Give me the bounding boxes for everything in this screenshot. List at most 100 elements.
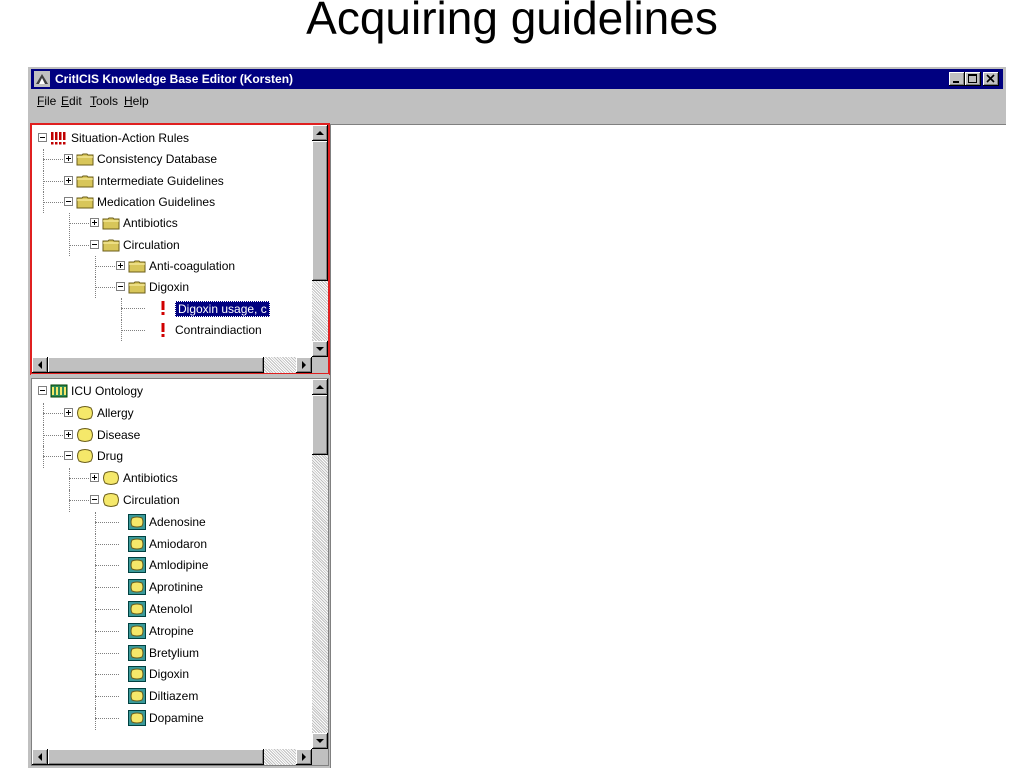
rules-scroll-right-button[interactable] bbox=[296, 357, 312, 373]
arrow-left-icon bbox=[38, 753, 42, 761]
rules-tree-item-row[interactable]: Circulation bbox=[32, 234, 296, 256]
maximize-icon bbox=[968, 74, 977, 83]
ontology-tree-item-row[interactable]: Amlodipine bbox=[32, 555, 296, 578]
ontology-tree-item-row[interactable]: Circulation bbox=[32, 490, 296, 512]
rules-scroll-down-button[interactable] bbox=[312, 341, 328, 357]
exclamation-icon bbox=[154, 300, 172, 316]
ontology-tree-item-row[interactable]: Diltiazem bbox=[32, 686, 296, 708]
collapse-icon[interactable] bbox=[38, 133, 47, 142]
editor-pane[interactable] bbox=[330, 124, 1006, 768]
ontology-tree-item-row[interactable]: Bretylium bbox=[32, 642, 296, 665]
title-bar[interactable]: CritICIS Knowledge Base Editor (Korsten) bbox=[31, 69, 1003, 89]
ontology-vertical-scrollbar[interactable] bbox=[312, 379, 328, 749]
instance-icon bbox=[128, 557, 146, 574]
expand-icon[interactable] bbox=[64, 175, 73, 185]
menu-tools-rest: ools bbox=[96, 94, 119, 108]
rules-tree-item-row[interactable]: Medication Guidelines bbox=[32, 191, 296, 214]
minimize-button[interactable] bbox=[949, 72, 965, 86]
rules-tree-item-row[interactable]: Contraindiaction bbox=[32, 319, 296, 341]
menu-help[interactable]: Help bbox=[124, 94, 149, 108]
ontology-tree-item-row[interactable]: Drug bbox=[32, 446, 296, 469]
ontology-tree-item-label: ICU Ontology bbox=[71, 384, 144, 398]
rules-hscroll-thumb[interactable] bbox=[48, 357, 264, 373]
tree-connector bbox=[95, 577, 96, 599]
rules-scroll-thumb[interactable] bbox=[312, 141, 328, 281]
ontology-tree-item-label: Bretylium bbox=[149, 645, 200, 660]
rules-tree-item-row[interactable]: Digoxin usage, c bbox=[32, 298, 296, 320]
tree-connector bbox=[95, 718, 119, 719]
concept-icon bbox=[102, 492, 120, 508]
rules-horizontal-scrollbar[interactable] bbox=[32, 357, 312, 373]
ontology-tree-item-row[interactable]: Digoxin bbox=[32, 664, 296, 687]
menu-tools[interactable]: Tools bbox=[90, 94, 118, 108]
expand-icon[interactable] bbox=[64, 154, 73, 164]
rules-vertical-scrollbar[interactable] bbox=[312, 125, 328, 357]
rules-tree-item-label: Anti-coagulation bbox=[149, 258, 236, 273]
tree-connector bbox=[95, 630, 119, 632]
collapse-icon[interactable] bbox=[38, 386, 47, 395]
rules-scroll-corner bbox=[312, 357, 328, 373]
expand-icon[interactable] bbox=[90, 473, 99, 483]
tree-connector bbox=[43, 402, 44, 425]
collapse-icon[interactable] bbox=[64, 451, 73, 461]
ontology-tree-item-label: Antibiotics bbox=[123, 471, 178, 486]
rules-tree-item-row[interactable]: Digoxin bbox=[32, 277, 296, 299]
ontology-tree-item-row[interactable]: Dopamine bbox=[32, 708, 296, 730]
collapse-icon[interactable] bbox=[90, 495, 99, 504]
ontology-tree-item-row[interactable]: Adenosine bbox=[32, 511, 296, 534]
ontology-scroll-left-button[interactable] bbox=[32, 749, 48, 765]
ontology-tree-item-row[interactable]: ICU Ontology bbox=[32, 381, 296, 401]
tree-connector bbox=[121, 319, 122, 341]
rules-tree-item-row[interactable]: Consistency Database bbox=[32, 149, 296, 171]
maximize-button[interactable] bbox=[965, 72, 981, 86]
tree-connector bbox=[95, 674, 119, 676]
ontology-scroll-up-button[interactable] bbox=[312, 379, 328, 395]
collapse-icon[interactable] bbox=[116, 282, 125, 292]
rules-tree-pane[interactable]: Situation-Action Rules Consistency Databa… bbox=[30, 123, 330, 375]
rules-scroll-up-button[interactable] bbox=[312, 125, 328, 141]
ontology-scroll-down-button[interactable] bbox=[312, 733, 328, 749]
menu-bar: File Edit Tools Help bbox=[31, 90, 1003, 111]
ontology-tree-item-row[interactable]: Antibiotics bbox=[32, 468, 296, 490]
expand-icon[interactable] bbox=[64, 407, 73, 417]
ontology-horizontal-scrollbar[interactable] bbox=[32, 749, 312, 765]
ontology-scroll-thumb[interactable] bbox=[312, 395, 328, 455]
tree-connector bbox=[95, 686, 96, 708]
window-title: CritICIS Knowledge Base Editor (Korsten) bbox=[55, 72, 294, 86]
menu-edit[interactable]: Edit bbox=[61, 94, 82, 108]
ontology-tree-item-row[interactable]: Aprotinine bbox=[32, 577, 296, 599]
collapse-icon[interactable] bbox=[64, 196, 73, 206]
arrow-right-icon bbox=[302, 753, 306, 761]
tree-connector bbox=[95, 521, 119, 523]
ontology-tree-item-row[interactable]: Atropine bbox=[32, 620, 296, 643]
ontology-tree-item-label: Circulation bbox=[123, 493, 180, 507]
rules-tree-item-label: Circulation bbox=[123, 237, 180, 252]
instance-icon bbox=[128, 710, 146, 726]
instance-icon bbox=[128, 601, 146, 617]
tree-connector bbox=[95, 587, 119, 589]
collapse-icon[interactable] bbox=[90, 239, 99, 249]
rules-tree-item-row[interactable]: Intermediate Guidelines bbox=[32, 170, 296, 192]
tree-connector bbox=[95, 533, 96, 556]
ontology-tree-pane[interactable]: ICU Ontology Allergy Disease Drug Antibiotic… bbox=[31, 378, 329, 766]
expand-icon[interactable] bbox=[64, 429, 73, 439]
ontology-tree-item-row[interactable]: Amiodaron bbox=[32, 533, 296, 556]
ontology-tree-item-label: Adenosine bbox=[149, 514, 206, 529]
instance-icon bbox=[128, 688, 146, 705]
rules-tree-item-row[interactable]: Anti-coagulation bbox=[32, 255, 296, 278]
close-button[interactable] bbox=[983, 72, 999, 86]
ontology-scroll-right-button[interactable] bbox=[296, 749, 312, 765]
ontology-tree-item-row[interactable]: Atenolol bbox=[32, 599, 296, 621]
rules-scroll-left-button[interactable] bbox=[32, 357, 48, 373]
ontology-tree-item-row[interactable]: Allergy bbox=[32, 402, 296, 425]
arrow-down-icon bbox=[316, 347, 324, 351]
menu-file[interactable]: File bbox=[37, 94, 56, 108]
ontology-tree-item-row[interactable]: Disease bbox=[32, 424, 296, 447]
ontology-tree-item-label: Atenolol bbox=[149, 602, 193, 616]
ontology-tree-item-label: Diltiazem bbox=[149, 689, 199, 704]
expand-icon[interactable] bbox=[90, 218, 99, 228]
ontology-hscroll-thumb[interactable] bbox=[48, 749, 264, 765]
rules-tree-item-row[interactable]: Situation-Action Rules bbox=[32, 128, 296, 148]
expand-icon[interactable] bbox=[116, 260, 125, 270]
rules-tree-item-row[interactable]: Antibiotics bbox=[32, 213, 296, 235]
